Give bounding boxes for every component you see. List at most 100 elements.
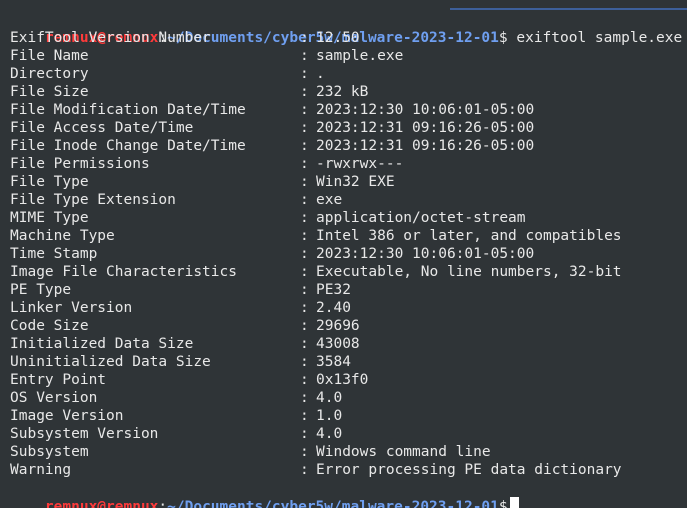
field-name: Entry Point — [10, 372, 107, 388]
output-row: Uninitialized Data Size:3584 — [10, 353, 351, 371]
field-value: application/octet-stream — [316, 210, 526, 226]
field-colon: : — [300, 66, 309, 82]
typed-command: exiftool sample.exe — [507, 30, 683, 46]
field-colon: : — [300, 120, 309, 136]
field-name: Directory — [10, 66, 89, 82]
field-colon: : — [300, 228, 309, 244]
command-prompt-line: remnux@remnux:~/Documents/cyber5w/malwar… — [10, 11, 682, 46]
field-value: Intel 386 or later, and compatibles — [316, 228, 622, 244]
field-name: File Inode Change Date/Time — [10, 138, 246, 154]
field-value: 2.40 — [316, 300, 351, 316]
field-name: Time Stamp — [10, 246, 98, 262]
field-name: Uninitialized Data Size — [10, 354, 211, 370]
field-value: 43008 — [316, 336, 360, 352]
field-name: Initialized Data Size — [10, 336, 194, 352]
output-row: Machine Type: Intel 386 or later, and com… — [10, 227, 622, 245]
field-colon: : — [300, 102, 309, 118]
output-row: OS Version:4.0 — [10, 389, 342, 407]
field-colon: : — [300, 300, 309, 316]
field-value: . — [316, 66, 325, 82]
output-row: Directory:. — [10, 65, 325, 83]
output-row: PE Type: PE32 — [10, 281, 351, 299]
field-value: sample.exe — [316, 48, 404, 64]
field-colon: : — [300, 390, 309, 406]
field-value: 4.0 — [316, 390, 343, 406]
field-value: Windows command line — [316, 444, 491, 460]
field-colon: : — [300, 156, 309, 172]
field-colon: : — [300, 336, 309, 352]
prompt-dollar: $ — [498, 30, 508, 46]
prompt-user-host: remnux@remnux — [44, 499, 159, 508]
active-prompt-line[interactable]: remnux@remnux:~/Documents/cyber5w/malwar… — [10, 479, 519, 508]
field-value: -rwxrwx--- — [316, 156, 404, 172]
field-value: 232 kB — [316, 84, 369, 100]
prompt-path: ~/Documents/cyber5w/malware-2023-12-01 — [167, 499, 499, 508]
field-name: OS Version — [10, 390, 98, 406]
output-row: Subsystem Version:4.0 — [10, 425, 342, 443]
field-value: 0x13f0 — [316, 372, 369, 388]
output-row: Initialized Data Size:43008 — [10, 335, 360, 353]
field-colon: : — [300, 246, 309, 262]
output-row: File Name: sample.exe — [10, 47, 403, 65]
output-row: ExifTool Version Number:12.50 — [10, 29, 360, 47]
field-value: 3584 — [316, 354, 351, 370]
output-row: File Modification Date/Time:2023:12:30 1… — [10, 101, 534, 119]
output-row: Warning: Error processing PE data diction… — [10, 461, 622, 479]
field-name: Warning — [10, 462, 72, 478]
field-name: PE Type — [10, 282, 72, 298]
field-colon: : — [300, 282, 309, 298]
field-value: Win32 EXE — [316, 174, 395, 190]
output-row: Time Stamp:2023:12:30 10:06:01-05:00 — [10, 245, 534, 263]
output-row: File Size:232 kB — [10, 83, 368, 101]
output-row: File Inode Change Date/Time:2023:12:31 0… — [10, 137, 534, 155]
output-row: MIME Type: application/octet-stream — [10, 209, 526, 227]
terminal-window[interactable]: remnux@remnux: ~/Documents/cyber5w/malwar… — [0, 0, 687, 508]
output-row: Linker Version:2.40 — [10, 299, 351, 317]
field-colon: : — [300, 426, 309, 442]
output-row: File Permissions: -rwxrwx--- — [10, 155, 403, 173]
field-name: Machine Type — [10, 228, 115, 244]
field-colon: : — [300, 462, 309, 478]
field-name: Linker Version — [10, 300, 133, 316]
output-row: Code Size:29696 — [10, 317, 360, 335]
field-colon: : — [300, 48, 309, 64]
field-colon: : — [300, 444, 309, 460]
field-value: Executable, No line numbers, 32-bit — [316, 264, 622, 280]
field-colon: : — [300, 372, 309, 388]
field-colon: : — [300, 354, 309, 370]
field-name: File Type — [10, 174, 89, 190]
field-value: 4.0 — [316, 426, 343, 442]
field-name: File Access Date/Time — [10, 120, 194, 136]
field-name: File Size — [10, 84, 89, 100]
field-colon: : — [300, 210, 309, 226]
field-value: 2023:12:30 10:06:01-05:00 — [316, 246, 535, 262]
output-row: Subsystem: Windows command line — [10, 443, 491, 461]
field-colon: : — [300, 138, 309, 154]
field-name: File Modification Date/Time — [10, 102, 246, 118]
field-colon: : — [300, 408, 309, 424]
field-name: ExifTool Version Number — [10, 30, 211, 46]
field-colon: : — [300, 84, 309, 100]
output-row: File Type: Win32 EXE — [10, 173, 395, 191]
field-colon: : — [300, 192, 309, 208]
field-name: MIME Type — [10, 210, 89, 226]
output-row: File Access Date/Time:2023:12:31 09:16:2… — [10, 119, 534, 137]
output-row: Image Version:1.0 — [10, 407, 342, 425]
output-row: File Type Extension: exe — [10, 191, 342, 209]
window-edge-highlight — [450, 8, 687, 10]
field-value: Error processing PE data dictionary — [316, 462, 622, 478]
prompt-dollar: $ — [498, 499, 508, 508]
text-cursor[interactable] — [509, 497, 519, 508]
field-name: Image File Characteristics — [10, 264, 237, 280]
field-name: Code Size — [10, 318, 89, 334]
field-name: Image Version — [10, 408, 124, 424]
field-value: 2023:12:31 09:16:26-05:00 — [316, 120, 535, 136]
field-value: 2023:12:30 10:06:01-05:00 — [316, 102, 535, 118]
field-colon: : — [300, 30, 309, 46]
field-colon: : — [300, 264, 309, 280]
field-name: File Name — [10, 48, 89, 64]
field-colon: : — [300, 318, 309, 334]
field-name: File Permissions — [10, 156, 150, 172]
field-name: Subsystem Version — [10, 426, 159, 442]
field-name: Subsystem — [10, 444, 89, 460]
